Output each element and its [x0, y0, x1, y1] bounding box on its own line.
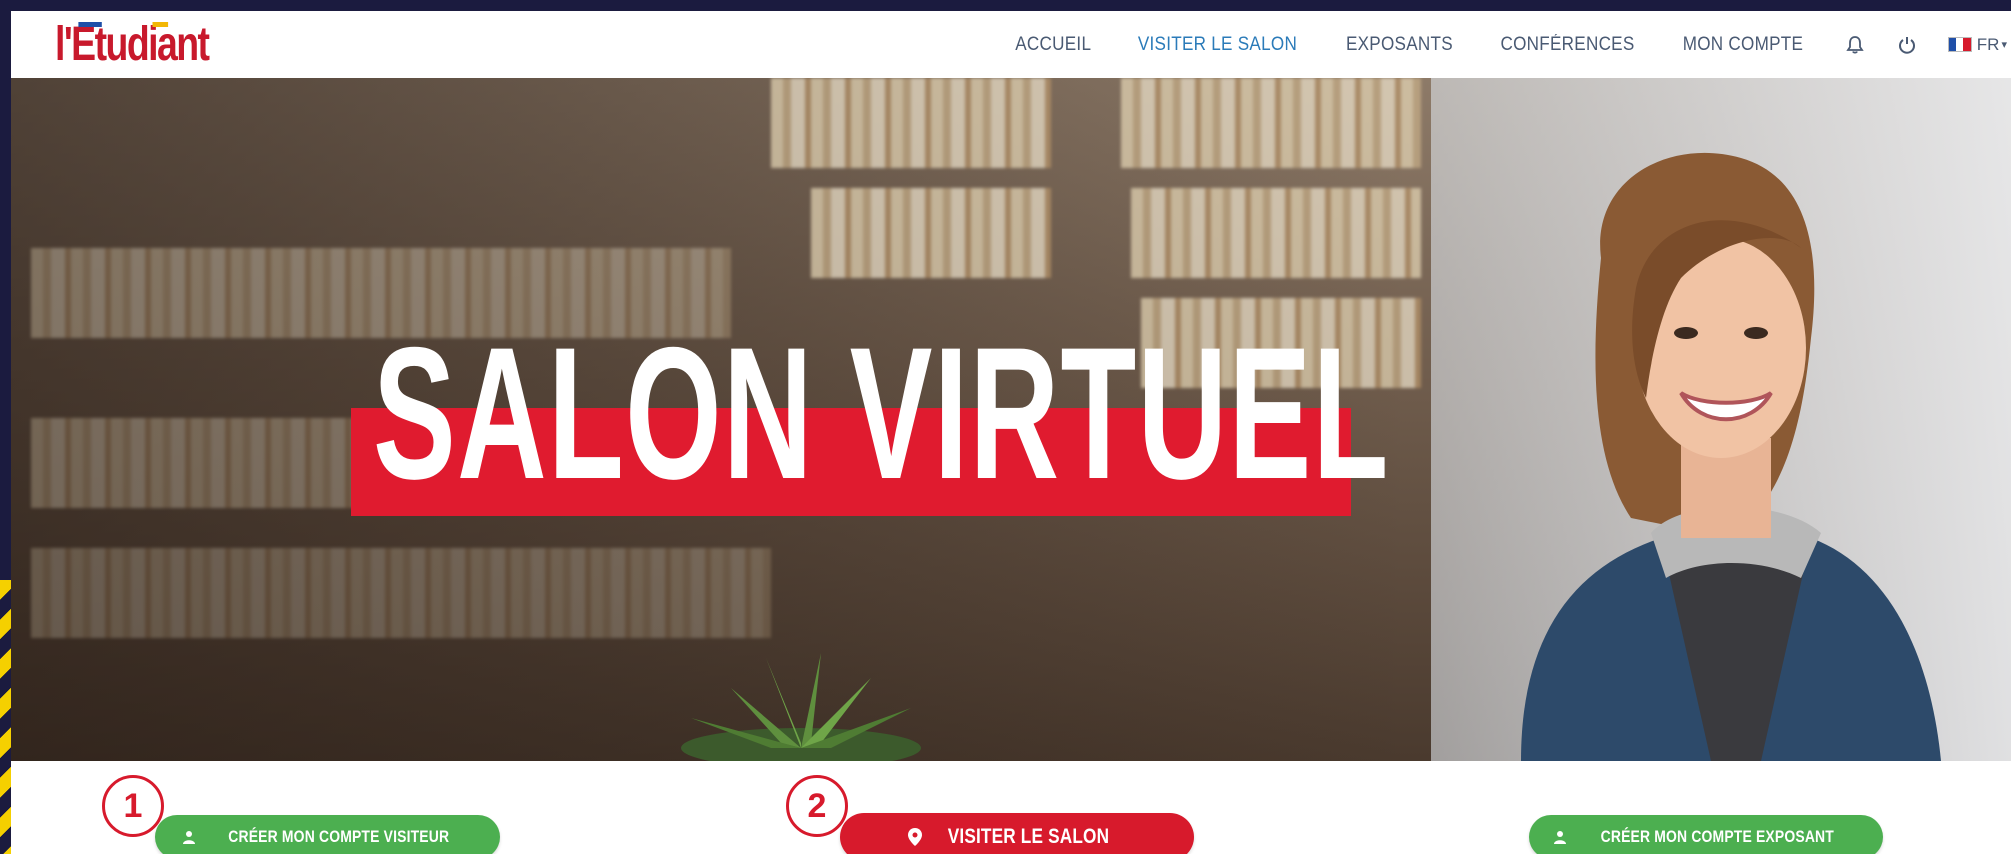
- map-marker-icon: [907, 828, 922, 846]
- main-nav: ACCUEIL VISITER LE SALON EXPOSANTS CONFÉ…: [1011, 11, 2011, 78]
- bell-icon[interactable]: [1844, 34, 1866, 56]
- plant-image: [681, 653, 921, 761]
- user-icon: [182, 830, 196, 844]
- create-visitor-account-label: CRÉER MON COMPTE VISITEUR: [228, 827, 449, 846]
- hero-banner: SALON VIRTUEL: [11, 78, 2011, 761]
- flag-fr-icon: [1947, 37, 1972, 52]
- language-selector[interactable]: FR ▾: [1947, 34, 2007, 55]
- logo-accent-yellow: [152, 22, 169, 27]
- nav-mon-compte[interactable]: MON COMPTE: [1683, 34, 1804, 56]
- nav-visiter-le-salon[interactable]: VISITER LE SALON: [1138, 34, 1297, 56]
- visit-salon-button[interactable]: VISITER LE SALON: [840, 813, 1194, 854]
- background-books: [811, 188, 1051, 278]
- logo[interactable]: l'Etudiant: [55, 17, 210, 72]
- logo-accent-blue: [78, 22, 102, 27]
- background-books: [771, 78, 1051, 168]
- background-books: [31, 548, 771, 638]
- visit-salon-label: VISITER LE SALON: [947, 825, 1109, 848]
- step-marker-2: 2: [786, 775, 848, 837]
- create-visitor-account-button[interactable]: CRÉER MON COMPTE VISITEUR: [155, 815, 500, 854]
- nav-accueil[interactable]: ACCUEIL: [1015, 34, 1091, 56]
- smiling-student-image: [1521, 152, 1941, 761]
- power-icon[interactable]: [1896, 34, 1918, 56]
- user-icon: [1553, 830, 1567, 844]
- header: l'Etudiant ACCUEIL VISITER LE SALON EXPO…: [11, 11, 2011, 79]
- background-books: [1131, 188, 1421, 278]
- nav-conferences[interactable]: CONFÉRENCES: [1500, 34, 1634, 56]
- step-marker-1: 1: [102, 775, 164, 837]
- background-books: [1121, 78, 1421, 168]
- hero-title-block: SALON VIRTUEL: [351, 319, 1388, 516]
- page: l'Etudiant ACCUEIL VISITER LE SALON EXPO…: [11, 11, 2011, 854]
- create-exhibitor-account-label: CRÉER MON COMPTE EXPOSANT: [1600, 827, 1834, 846]
- create-exhibitor-account-button[interactable]: CRÉER MON COMPTE EXPOSANT: [1529, 815, 1883, 854]
- language-label: FR: [1976, 34, 2000, 54]
- nav-exposants[interactable]: EXPOSANTS: [1346, 34, 1453, 56]
- chevron-down-icon: ▾: [2001, 39, 2007, 51]
- action-bar: CRÉER MON COMPTE VISITEUR VISITER LE SAL…: [11, 761, 2011, 854]
- hero-title: SALON VIRTUEL: [373, 308, 1390, 518]
